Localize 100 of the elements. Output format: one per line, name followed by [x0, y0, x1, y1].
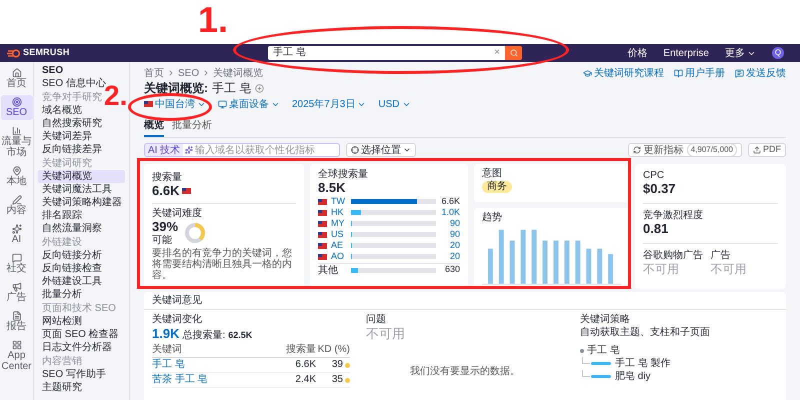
- competition-value: 0.81: [643, 221, 670, 237]
- sidebar-item[interactable]: 关键词魔法工具: [38, 183, 116, 196]
- filter-dropdown[interactable]: 中国台湾: [144, 96, 206, 112]
- upload-icon: [753, 146, 761, 154]
- nav-rail-item[interactable]: 首页: [0, 66, 32, 91]
- house-icon: [12, 68, 22, 78]
- sidebar-item[interactable]: 反向链接差异: [38, 143, 106, 156]
- grid-icon: [12, 340, 22, 350]
- country-volume: 20: [448, 250, 460, 263]
- page-title: 关键词概览:: [144, 80, 208, 97]
- country-volume: 20: [448, 238, 460, 252]
- country-code[interactable]: AE: [331, 238, 347, 252]
- empty-message: 我们没有要显示的数据。: [409, 364, 521, 379]
- sidebar-item[interactable]: 批量分析: [38, 288, 86, 301]
- card-label: 谷歌购物广告: [643, 250, 704, 261]
- card-label: 意图: [482, 168, 502, 179]
- sidebar-item[interactable]: 主题研究: [38, 381, 86, 394]
- sidebar-item[interactable]: SEO 写作助手: [38, 368, 110, 381]
- chat-bubble-icon: [12, 253, 22, 263]
- page-keyword: 手工 皂: [212, 80, 252, 97]
- tab[interactable]: 批量分析: [172, 118, 212, 137]
- kd-cell: 39: [332, 358, 343, 372]
- nav-rail-item[interactable]: SEO: [0, 95, 32, 120]
- breadcrumb-link[interactable]: SEO: [178, 66, 200, 80]
- country-code[interactable]: MY: [331, 216, 347, 230]
- flag-icon: [182, 188, 192, 194]
- kd-cell: 35: [332, 373, 343, 387]
- breadcrumb-link[interactable]: 首页: [144, 66, 164, 80]
- tab[interactable]: 概览: [144, 118, 164, 137]
- annotation-number: 2.: [104, 80, 128, 112]
- location-dropdown[interactable]: 选择位置: [346, 143, 416, 157]
- clear-icon[interactable]: ×: [494, 48, 500, 58]
- total-volume-label: 总搜索量:: [182, 328, 226, 343]
- filter-dropdown[interactable]: 桌面设备: [218, 96, 280, 112]
- help-link[interactable]: 用户手册: [674, 66, 725, 80]
- bar-chart-icon: [12, 126, 22, 136]
- sidebar-item[interactable]: 反向链接分析: [38, 249, 106, 262]
- sidebar-item[interactable]: 域名概览: [38, 104, 86, 117]
- user-avatar[interactable]: Q: [772, 47, 784, 59]
- search-field[interactable]: 手工 皂 ×: [268, 46, 505, 60]
- nav-rail-item[interactable]: 广告: [0, 280, 32, 305]
- megaphone-icon: [12, 282, 22, 292]
- pen-icon: [12, 195, 22, 205]
- logo-icon: [6, 48, 20, 58]
- book-icon: [674, 68, 683, 78]
- keyword-link[interactable]: 手工 皂: [152, 359, 185, 370]
- sidebar-item[interactable]: 外链建设工具: [38, 275, 106, 288]
- country-code[interactable]: TW: [331, 194, 347, 208]
- country-code[interactable]: US: [331, 228, 347, 242]
- nav-rail-item[interactable]: 内容: [0, 193, 32, 218]
- sidebar-item[interactable]: 自然搜索研究: [38, 117, 106, 130]
- column-header: 关键词: [152, 343, 276, 358]
- nav-rail-item[interactable]: 流量与市场: [0, 124, 32, 160]
- monitor-icon: [218, 100, 227, 108]
- card-label: 竞争激烈程度: [643, 210, 704, 221]
- country-code[interactable]: AO: [331, 250, 347, 264]
- update-metrics-button[interactable]: 更新指标 4,907/5,000: [628, 143, 742, 157]
- filter-dropdown[interactable]: USD: [378, 96, 410, 112]
- pdf-button[interactable]: PDF: [748, 143, 786, 157]
- country-volume: 90: [448, 228, 460, 241]
- sidebar-item[interactable]: 关键词概览: [38, 170, 125, 183]
- breadcrumb-link[interactable]: 关键词概览: [213, 66, 264, 80]
- nav-rail-item[interactable]: 本地: [0, 164, 32, 189]
- questions-value: 不可用: [366, 326, 406, 342]
- search-button[interactable]: [505, 46, 522, 60]
- sidebar-item[interactable]: 日志文件分析器: [38, 341, 116, 354]
- sidebar-item[interactable]: 关键词差异: [38, 130, 96, 143]
- nav-link[interactable]: 价格: [627, 46, 648, 60]
- column-header: KD (%): [316, 343, 350, 358]
- sidebar-heading: 页面和技术 SEO: [41, 302, 117, 315]
- other-volume: 630: [444, 263, 460, 276]
- sidebar-item[interactable]: 网站检测: [38, 315, 86, 328]
- nav-rail-item[interactable]: 报告: [0, 309, 32, 334]
- country-code[interactable]: HK: [331, 206, 347, 220]
- section-label: 问题: [366, 314, 387, 326]
- flag-icon: [144, 101, 153, 107]
- panel-title: 关键词意见: [152, 294, 202, 308]
- ai-input-field[interactable]: AI 技术 输入域名以获取个性化指标: [144, 143, 340, 157]
- nav-rail-item[interactable]: AI: [0, 222, 32, 247]
- sidebar-item[interactable]: 排名跟踪: [38, 209, 86, 222]
- sidebar-item[interactable]: 自然流量洞察: [38, 222, 106, 235]
- volume-cell: 2.4K: [276, 373, 316, 388]
- nav-link[interactable]: Enterprise: [663, 46, 709, 60]
- help-link[interactable]: 发送反馈: [735, 66, 786, 80]
- card-label: 趋势: [482, 212, 503, 223]
- sidebar-title: SEO: [41, 64, 64, 77]
- nav-rail-item[interactable]: 社交: [0, 251, 32, 276]
- country-volume: 1.0K: [440, 206, 460, 219]
- nav-rail-item[interactable]: App Center: [0, 338, 32, 374]
- sidebar-item[interactable]: 关键词策略构建器: [38, 196, 126, 209]
- other-label: 其他: [318, 264, 339, 278]
- section-label: 关键词策略: [580, 314, 631, 326]
- sidebar-item[interactable]: 反向链接检查: [38, 262, 106, 275]
- filter-dropdown[interactable]: 2025年7月3日: [292, 96, 366, 112]
- ads-value: 不可用: [710, 261, 748, 277]
- document-icon: [12, 311, 22, 321]
- more-menu[interactable]: 更多: [725, 46, 756, 60]
- sidebar-item[interactable]: 页面 SEO 检查器: [38, 328, 123, 341]
- help-link[interactable]: 关键词研究课程: [583, 66, 664, 80]
- keyword-link[interactable]: 苦茶 手工 皂: [152, 374, 208, 385]
